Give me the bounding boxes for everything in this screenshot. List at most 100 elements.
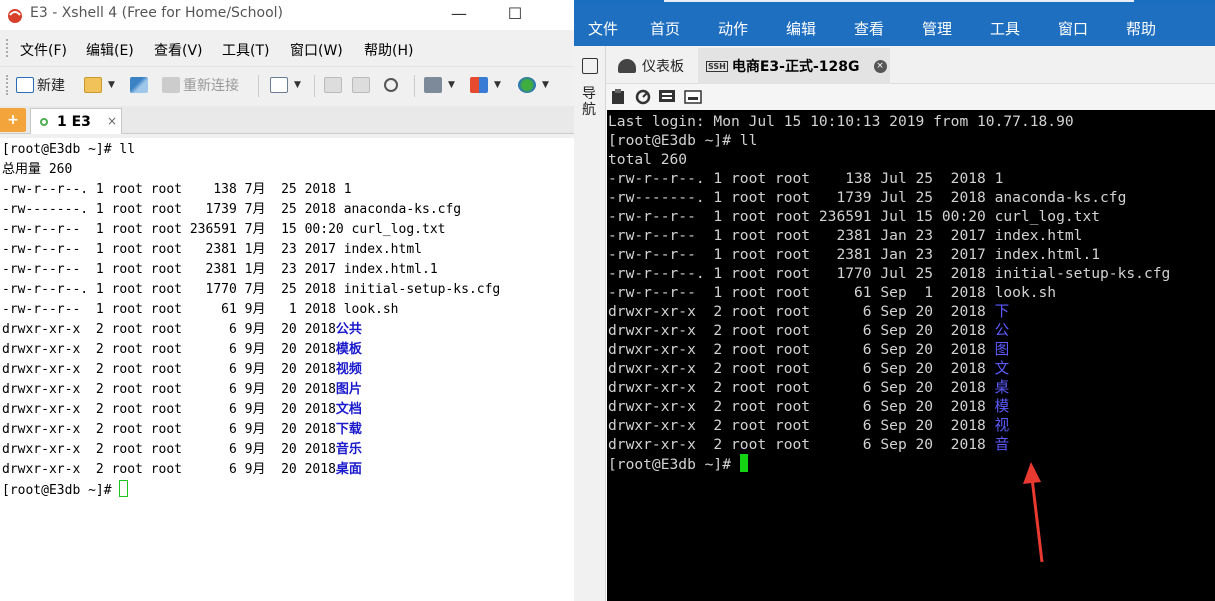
file-attributes: drwxr-xr-x 2 root root 6 9月 20 2018 xyxy=(2,322,336,337)
globe-icon xyxy=(518,77,536,93)
menu-help[interactable]: 帮助 xyxy=(1126,18,1156,39)
menu-manage[interactable]: 管理 xyxy=(922,18,952,39)
reconnect-button[interactable]: 重新连接 xyxy=(162,75,239,95)
refresh-icon[interactable] xyxy=(634,88,652,106)
tab-session[interactable]: SSH 电商E3-正式-128G × xyxy=(698,48,890,84)
menu-view[interactable]: 查看(V) xyxy=(154,40,203,60)
terminal-line: drwxr-xr-x 2 root root 6 9月 20 2018音乐 xyxy=(2,440,362,460)
terminal-line: drwxr-xr-x 2 root root 6 9月 20 2018图片 xyxy=(2,380,362,400)
terminal-line: [root@E3db ~]# ll xyxy=(2,142,136,157)
file-attributes: drwxr-xr-x 2 root root 6 Sep 20 2018 xyxy=(608,398,995,415)
xshell-window: E3 - Xshell 4 (Free for Home/School) — ☐… xyxy=(0,0,574,601)
directory-name: 桌 xyxy=(994,379,1010,396)
file-attributes: drwxr-xr-x 2 root root 6 Sep 20 2018 xyxy=(608,341,995,358)
directory-name: 视 xyxy=(994,417,1010,434)
file-attributes: drwxr-xr-x 2 root root 6 9月 20 2018 xyxy=(2,442,336,457)
terminal-line: drwxr-xr-x 2 root root 6 9月 20 2018下载 xyxy=(2,420,362,440)
chevron-down-icon: ▼ xyxy=(542,80,549,90)
file-attributes: drwxr-xr-x 2 root root 6 Sep 20 2018 xyxy=(608,322,995,339)
directory-name: 文 xyxy=(994,360,1010,377)
main-menubar: 文件 首页 动作 编辑 查看 管理 工具 窗口 帮助 xyxy=(574,6,1215,46)
xshell-terminal[interactable]: [root@E3db ~]# ll 总用量 260 -rw-r--r--. 1 ro… xyxy=(0,138,574,601)
menu-file[interactable]: 文件(F) xyxy=(20,40,67,60)
terminal-line: -rw-r--r--. 1 root root 1770 7月 25 2018 … xyxy=(2,282,501,297)
directory-name: 下 xyxy=(994,303,1010,320)
connect-button[interactable] xyxy=(130,75,151,95)
terminal-line: -rw-r--r--. 1 root root 138 7月 25 2018 1 xyxy=(2,182,352,197)
menu-tools[interactable]: 工具 xyxy=(990,18,1020,39)
screen-icon[interactable] xyxy=(658,88,676,106)
menu-tools[interactable]: 工具(T) xyxy=(222,40,269,60)
close-tab-icon[interactable]: × xyxy=(873,59,887,73)
properties-button[interactable]: ▼ xyxy=(270,75,301,95)
menu-edit[interactable]: 编辑(E) xyxy=(86,40,134,60)
menu-edit[interactable]: 编辑 xyxy=(786,18,816,39)
find-button[interactable] xyxy=(384,75,401,95)
menu-view[interactable]: 查看 xyxy=(854,18,884,39)
terminal-line: -rw-r--r--. 1 root root 1770 Jul 25 2018… xyxy=(608,265,1171,282)
file-attributes: drwxr-xr-x 2 root root 6 Sep 20 2018 xyxy=(608,379,995,396)
terminal-line: -rw-r--r-- 1 root root 2381 Jan 23 2017 … xyxy=(608,227,1083,244)
file-attributes: drwxr-xr-x 2 root root 6 9月 20 2018 xyxy=(2,362,336,377)
new-session-button[interactable]: 新建 xyxy=(16,75,65,95)
terminal-line: drwxr-xr-x 2 root root 6 Sep 20 2018 文 xyxy=(608,359,1009,378)
terminal-line: -rw-r--r-- 1 root root 61 Sep 1 2018 loo… xyxy=(608,284,1057,301)
terminal-line: -rw-------. 1 root root 1739 7月 25 2018 … xyxy=(2,202,462,217)
xshell-titlebar: E3 - Xshell 4 (Free for Home/School) — ☐ xyxy=(0,0,574,30)
transfer-button[interactable]: ▼ xyxy=(470,75,501,95)
close-tab-icon[interactable]: × xyxy=(107,114,117,128)
terminal-line: 总用量 260 xyxy=(2,162,73,177)
tab-dashboard[interactable]: 仪表板 xyxy=(610,51,694,81)
open-folder-button[interactable]: ▼ xyxy=(84,75,115,95)
tab-e3[interactable]: 1 E3 × xyxy=(30,108,122,134)
terminal-line: drwxr-xr-x 2 root root 6 9月 20 2018桌面 xyxy=(2,460,362,480)
terminal-line: -rw-r--r-- 1 root root 61 9月 1 2018 look… xyxy=(2,302,399,317)
xshell-app-icon xyxy=(8,9,22,23)
navigation-panel-icon[interactable] xyxy=(582,58,598,74)
dashboard-icon xyxy=(618,59,636,73)
new-session-icon xyxy=(16,77,34,93)
menu-home[interactable]: 首页 xyxy=(650,18,680,39)
add-tab-button[interactable]: + xyxy=(0,108,26,132)
file-attributes: drwxr-xr-x 2 root root 6 9月 20 2018 xyxy=(2,422,336,437)
file-attributes: drwxr-xr-x 2 root root 6 9月 20 2018 xyxy=(2,462,336,477)
ssh-terminal[interactable]: Last login: Mon Jul 15 10:10:13 2019 fro… xyxy=(607,110,1215,601)
printer-icon xyxy=(424,77,442,93)
menubar-grip[interactable] xyxy=(6,39,10,57)
remote-manager-window: 文件 首页 动作 编辑 查看 管理 工具 窗口 帮助 仪表板 SSH 电商E3-… xyxy=(574,0,1215,601)
copy-button[interactable] xyxy=(324,75,345,95)
toolbar-grip[interactable] xyxy=(6,75,10,95)
connected-status-icon xyxy=(40,118,48,126)
menu-actions[interactable]: 动作 xyxy=(718,18,748,39)
terminal-line: [root@E3db ~]# ll xyxy=(608,132,758,149)
reconnect-icon xyxy=(162,77,180,93)
prompt-text: [root@E3db ~]# xyxy=(2,483,120,498)
menu-window[interactable]: 窗口(W) xyxy=(290,40,343,60)
terminal-cursor xyxy=(119,480,129,497)
tab-dashboard-label: 仪表板 xyxy=(642,59,684,75)
terminal-line: total 260 xyxy=(608,151,688,168)
clipboard-icon[interactable] xyxy=(610,88,628,106)
menu-file[interactable]: 文件 xyxy=(588,18,618,39)
menu-window[interactable]: 窗口 xyxy=(1058,18,1088,39)
toolbar-separator xyxy=(258,75,259,97)
terminal-line: drwxr-xr-x 2 root root 6 Sep 20 2018 视 xyxy=(608,416,1009,435)
paste-button[interactable] xyxy=(352,75,373,95)
minimize-button[interactable]: — xyxy=(444,4,474,26)
keyboard-icon[interactable] xyxy=(684,88,702,106)
menu-help[interactable]: 帮助(H) xyxy=(364,40,413,60)
terminal-line: Last login: Mon Jul 15 10:10:13 2019 fro… xyxy=(608,113,1074,130)
terminal-line: drwxr-xr-x 2 root root 6 Sep 20 2018 下 xyxy=(608,302,1009,321)
navigation-sidebar[interactable]: 导航 xyxy=(574,46,606,601)
reconnect-label: 重新连接 xyxy=(183,78,239,94)
xshell-menubar: 文件(F) 编辑(E) 查看(V) 工具(T) 窗口(W) 帮助(H) xyxy=(0,34,574,62)
terminal-line: drwxr-xr-x 2 root root 6 9月 20 2018视频 xyxy=(2,360,362,380)
toolbar-separator xyxy=(314,75,315,97)
maximize-button[interactable]: ☐ xyxy=(500,4,530,26)
globe-button[interactable]: ▼ xyxy=(518,75,549,95)
print-button[interactable]: ▼ xyxy=(424,75,455,95)
file-attributes: drwxr-xr-x 2 root root 6 9月 20 2018 xyxy=(2,382,336,397)
folder-icon xyxy=(84,77,102,93)
chevron-down-icon: ▼ xyxy=(294,80,301,90)
copy-icon xyxy=(324,77,342,93)
